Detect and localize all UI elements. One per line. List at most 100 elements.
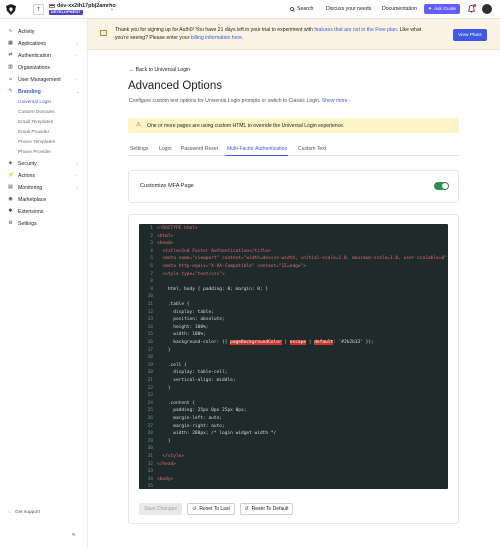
user-avatar[interactable] bbox=[482, 4, 492, 14]
sidebar-subitem-phone-templates[interactable]: Phone Templates bbox=[18, 140, 55, 145]
view-plans-button[interactable]: View Plans bbox=[453, 29, 487, 41]
code-line: 3 <head> bbox=[139, 240, 448, 248]
sidebar-subitem-phone-provider[interactable]: Phone Provider bbox=[18, 150, 51, 155]
chevron-right-icon: › bbox=[76, 77, 78, 82]
sidebar-item-label: Activity bbox=[18, 29, 35, 35]
code-text: <head> bbox=[157, 241, 174, 247]
line-number: 24 bbox=[147, 400, 153, 406]
back-link-label: Back to Universal Login bbox=[135, 67, 191, 73]
code-text: margin-left: auto; bbox=[157, 416, 223, 421]
code-text: width: 100%; bbox=[157, 332, 206, 338]
code-line: 14 height: 100%; bbox=[139, 324, 448, 332]
tab-custom-text[interactable]: Custom Text bbox=[298, 146, 326, 152]
sidebar-item-authentication[interactable]: ⇄ Authentication › bbox=[0, 50, 88, 61]
billing-information-link[interactable]: billing information here bbox=[191, 35, 242, 41]
reset-to-last-button[interactable]: ↺ Reset To Last bbox=[187, 503, 235, 515]
line-number: 29 bbox=[147, 438, 153, 444]
line-number: 16 bbox=[147, 340, 153, 345]
auth0-logo-icon[interactable] bbox=[6, 4, 16, 15]
code-line: 22 } bbox=[139, 385, 448, 393]
tab-multi-factor-authentication[interactable]: Multi-Factor Authentication bbox=[227, 146, 287, 152]
tenant-avatar[interactable]: T bbox=[33, 4, 44, 15]
banner-text-part: Thank you for signing up for Auth0! You … bbox=[115, 27, 315, 33]
sidebar-item-security[interactable]: ◈ Security › bbox=[0, 158, 88, 169]
sidebar-subitem-email-provider[interactable]: Email Provider bbox=[18, 130, 49, 135]
code-line: 28 width: 280px; /* login widget width *… bbox=[139, 430, 448, 438]
sidebar-item-label: Organizations bbox=[18, 65, 51, 71]
chevron-right-icon: › bbox=[76, 173, 78, 178]
sidebar-item-organizations[interactable]: ▥ Organizations bbox=[0, 62, 88, 73]
code-text: .cell { bbox=[157, 362, 187, 368]
code-editor[interactable]: 1 <!DOCTYPE html> 2 <html> 3 <head> 4 <title>2… bbox=[139, 224, 448, 489]
line-number: 27 bbox=[147, 423, 153, 429]
line-number: 13 bbox=[147, 317, 153, 323]
custom-html-warning: ⚠ One or more pages are using custom HTM… bbox=[128, 118, 459, 133]
tab-password-reset[interactable]: Password Reset bbox=[181, 146, 218, 152]
chevron-right-icon: › bbox=[76, 161, 78, 166]
code-text: <body> bbox=[157, 476, 174, 482]
tenant-name[interactable]: dev-xx2th17pbj2amrho bbox=[57, 3, 116, 9]
marketplace-icon: ◉ bbox=[8, 196, 13, 202]
actions-icon: ⚡ bbox=[8, 172, 15, 178]
sidebar-item-extensions[interactable]: ✱ Extensions bbox=[0, 206, 88, 217]
sidebar-item-marketplace[interactable]: ◉ Marketplace bbox=[0, 194, 88, 205]
sidebar-item-branding[interactable]: ✎ Branding ⌄ bbox=[0, 86, 88, 97]
liquid-token-highlight: escape bbox=[289, 340, 307, 345]
sidebar-item-monitoring[interactable]: ▤ Monitoring › bbox=[0, 182, 88, 193]
tab-settings[interactable]: Settings bbox=[130, 146, 148, 152]
sidebar-item-label: Authentication bbox=[18, 53, 51, 59]
code-line: 1 <!DOCTYPE html> bbox=[139, 225, 448, 233]
code-line: 25 padding: 25px 0px 25px 0px; bbox=[139, 407, 448, 415]
free-plan-features-link[interactable]: features that are not in the Free plan bbox=[314, 27, 396, 33]
code-line: 12 display: table; bbox=[139, 309, 448, 317]
line-number: 12 bbox=[147, 309, 153, 315]
sidebar-item-user-management[interactable]: ☺ User Management › bbox=[0, 74, 88, 85]
trial-banner-text: Thank you for signing up for Auth0! You … bbox=[115, 27, 430, 42]
code-text: vertical-align: middle; bbox=[157, 378, 236, 383]
save-changes-button[interactable]: Save Changes bbox=[139, 503, 182, 515]
show-more-link[interactable]: Show more › bbox=[322, 98, 351, 104]
customize-mfa-toggle[interactable] bbox=[434, 182, 449, 190]
code-text: | bbox=[306, 340, 315, 345]
sidebar-item-activity[interactable]: ∿ Activity bbox=[0, 26, 88, 37]
active-tab-indicator bbox=[225, 155, 288, 157]
applications-icon: ▦ bbox=[8, 40, 13, 46]
environment-badge: DEVELOPMENT bbox=[49, 10, 83, 15]
code-text: position: absolute; bbox=[157, 317, 225, 323]
chevron-right-icon: › bbox=[76, 185, 78, 190]
monitoring-icon: ▤ bbox=[8, 184, 13, 190]
tenant-chevron-down-icon[interactable]: ⌄ bbox=[110, 6, 114, 12]
code-line: 6 <meta http-equiv="X-UA-Compatible" con… bbox=[139, 263, 448, 271]
line-number: 33 bbox=[147, 469, 153, 475]
sidebar-item-actions[interactable]: ⚡ Actions › bbox=[0, 170, 88, 181]
code-text: '#2b2b33' }}; bbox=[338, 340, 374, 345]
code-text: | bbox=[281, 340, 290, 345]
line-number: 21 bbox=[147, 378, 153, 383]
line-number: 8 bbox=[150, 279, 153, 285]
back-to-universal-login-link[interactable]: ← Back to Universal Login bbox=[129, 67, 190, 73]
reset-to-default-button[interactable]: ↺ Reset To Default bbox=[240, 503, 293, 515]
sidebar-item-label: User Management bbox=[18, 77, 61, 83]
line-number: 17 bbox=[147, 347, 153, 353]
code-text: display: table; bbox=[157, 309, 214, 315]
sidebar-subitem-universal-login[interactable]: Universal Login bbox=[18, 100, 51, 105]
notification-dot bbox=[473, 4, 476, 7]
collapse-sidebar-icon[interactable]: « bbox=[72, 532, 75, 538]
sidebar-subitem-custom-domains[interactable]: Custom Domains bbox=[18, 110, 55, 115]
ask-guide-label: Ask Guide bbox=[433, 6, 457, 12]
search-button[interactable]: Search bbox=[290, 6, 313, 12]
sidebar-subitem-email-templates[interactable]: Email Templates bbox=[18, 120, 53, 125]
sidebar-item-settings[interactable]: ⚙ Settings bbox=[0, 218, 88, 229]
ask-guide-button[interactable]: ✦ Ask Guide bbox=[424, 4, 460, 14]
authentication-icon: ⇄ bbox=[8, 52, 13, 58]
code-text: margin-right: auto; bbox=[157, 423, 225, 429]
code-line: 16 background-color: {{ pageBackgroundCo… bbox=[139, 339, 448, 347]
sidebar-item-applications[interactable]: ▦ Applications › bbox=[0, 38, 88, 49]
description-text: Configure custom text options for Univer… bbox=[129, 98, 321, 104]
tab-login[interactable]: Login bbox=[159, 146, 171, 152]
code-line: 11 .table { bbox=[139, 301, 448, 309]
customize-mfa-card: Customize MFA Page bbox=[128, 170, 459, 203]
documentation-link[interactable]: Documentation bbox=[382, 6, 417, 12]
get-support-link[interactable]: ◌ Get support bbox=[8, 510, 40, 515]
discuss-needs-link[interactable]: Discuss your needs bbox=[326, 6, 371, 12]
